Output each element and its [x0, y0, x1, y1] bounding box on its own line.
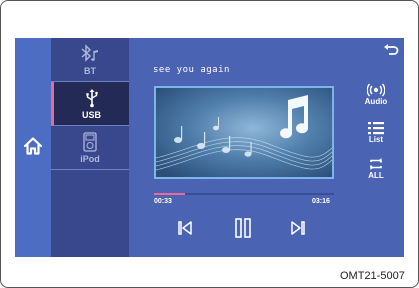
bluetooth-music-icon [81, 43, 98, 62]
source-usb-button[interactable]: USB [51, 82, 129, 126]
pause-icon[interactable] [232, 217, 254, 239]
repeat-all-label: ALL [368, 171, 384, 180]
ipod-icon [83, 131, 97, 152]
total-time: 03:16 [312, 198, 330, 205]
repeat-all-button[interactable]: ALL [354, 157, 398, 180]
back-icon[interactable] [383, 44, 399, 58]
source-bt-label: BT [84, 65, 96, 76]
audio-label: Audio [364, 97, 388, 106]
source-bt-button[interactable]: BT [51, 38, 129, 82]
head-unit-screen: BT USB iPod see you again Audio List ALL… [15, 38, 404, 257]
audio-button[interactable]: Audio [354, 83, 398, 106]
track-title: see you again [153, 65, 230, 75]
progress-bar-fill [154, 193, 185, 195]
progress-bar[interactable] [154, 193, 334, 195]
source-ipod-label: iPod [80, 153, 100, 164]
list-label: List [368, 135, 384, 144]
music-player: see you again Audio List ALL 00:33 03:16 [130, 38, 404, 257]
music-notes-artwork [156, 88, 332, 177]
home-icon[interactable] [21, 134, 45, 158]
figure-code: OMT21-5007 [340, 270, 405, 282]
list-button[interactable]: List [354, 121, 398, 144]
list-icon [368, 122, 384, 135]
elapsed-time: 00:33 [154, 198, 172, 205]
repeat-all-icon [370, 158, 382, 170]
source-list: BT USB iPod [51, 38, 129, 257]
usb-icon [85, 88, 98, 107]
previous-track-icon[interactable] [175, 218, 195, 238]
album-art [154, 86, 334, 179]
home-panel [15, 38, 52, 257]
audio-icon [367, 83, 385, 97]
source-ipod-button[interactable]: iPod [51, 126, 129, 170]
source-usb-label: USB [81, 109, 101, 120]
next-track-icon[interactable] [288, 218, 308, 238]
